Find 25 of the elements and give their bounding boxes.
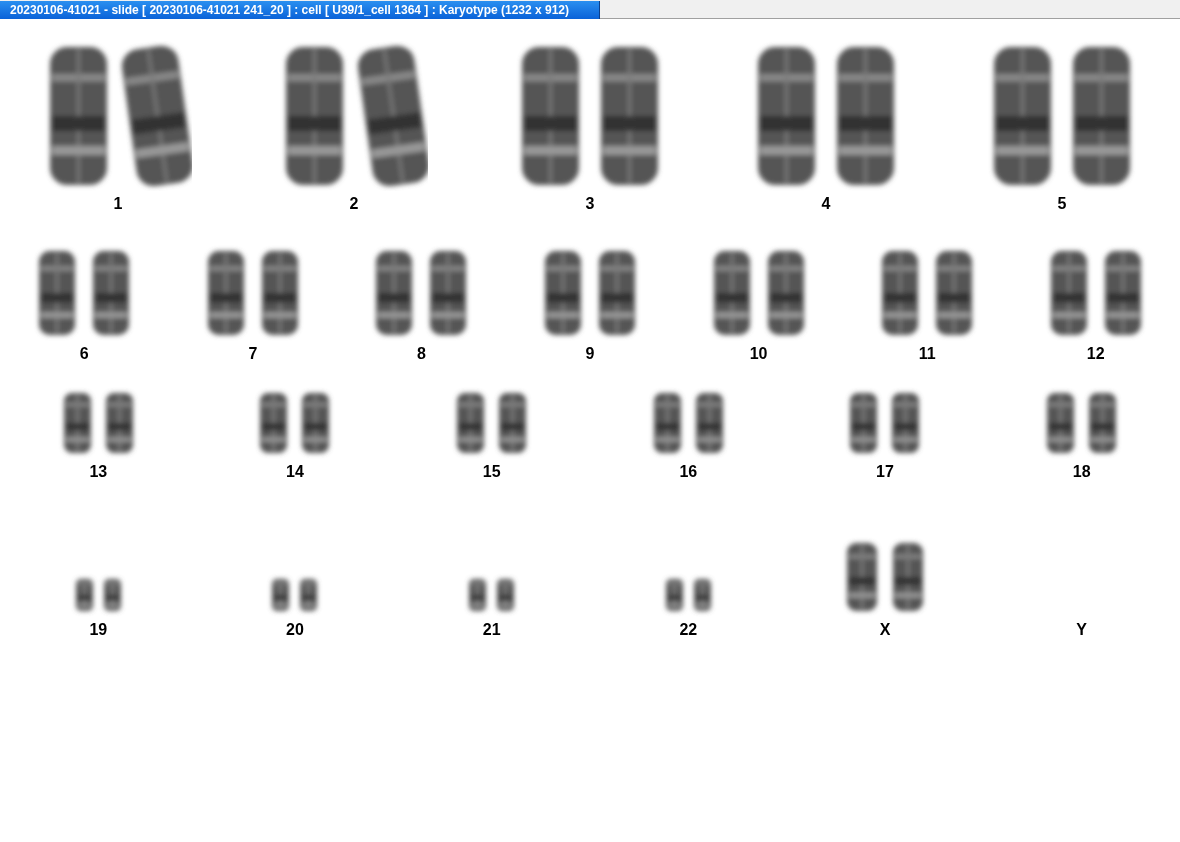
chromosome-number: 9 — [585, 345, 595, 363]
chromosome-number: 12 — [1086, 345, 1105, 363]
chromosome-number: 11 — [918, 345, 936, 363]
chromosome-number: 17 — [876, 463, 894, 481]
chromosome-number: 20 — [286, 621, 304, 639]
chromosome-number: 5 — [1057, 195, 1067, 213]
chromosome-number: 16 — [679, 463, 698, 481]
chromosome-number: X — [879, 621, 891, 639]
chromosome-number: 6 — [79, 345, 89, 363]
chromosome-number: 3 — [585, 195, 595, 213]
chromosome-number: 1 — [113, 195, 123, 213]
chromosome-number: 15 — [482, 463, 501, 481]
chromosome-number: 4 — [821, 195, 831, 213]
chromosome-number: 22 — [679, 621, 698, 639]
chromosome-number: 18 — [1072, 463, 1091, 481]
chromosome-number: 10 — [749, 345, 768, 363]
chromosome-number: Y — [1076, 621, 1087, 639]
chromosome-number: 19 — [89, 621, 108, 639]
chromosome-number: 14 — [286, 463, 304, 481]
chromosome-number: 21 — [482, 621, 501, 639]
chromosome-number: 2 — [349, 195, 359, 213]
chromosome-number: 13 — [89, 463, 108, 481]
chromosome-number: 8 — [416, 345, 426, 363]
window-title: 20230106-41021 - slide [ 20230106-41021 241_20 ] : cell [ U39/1_cell 1364 ] : Karyotype (1232 x 912) — [0, 1, 600, 19]
chromosome-number: 7 — [248, 345, 258, 363]
